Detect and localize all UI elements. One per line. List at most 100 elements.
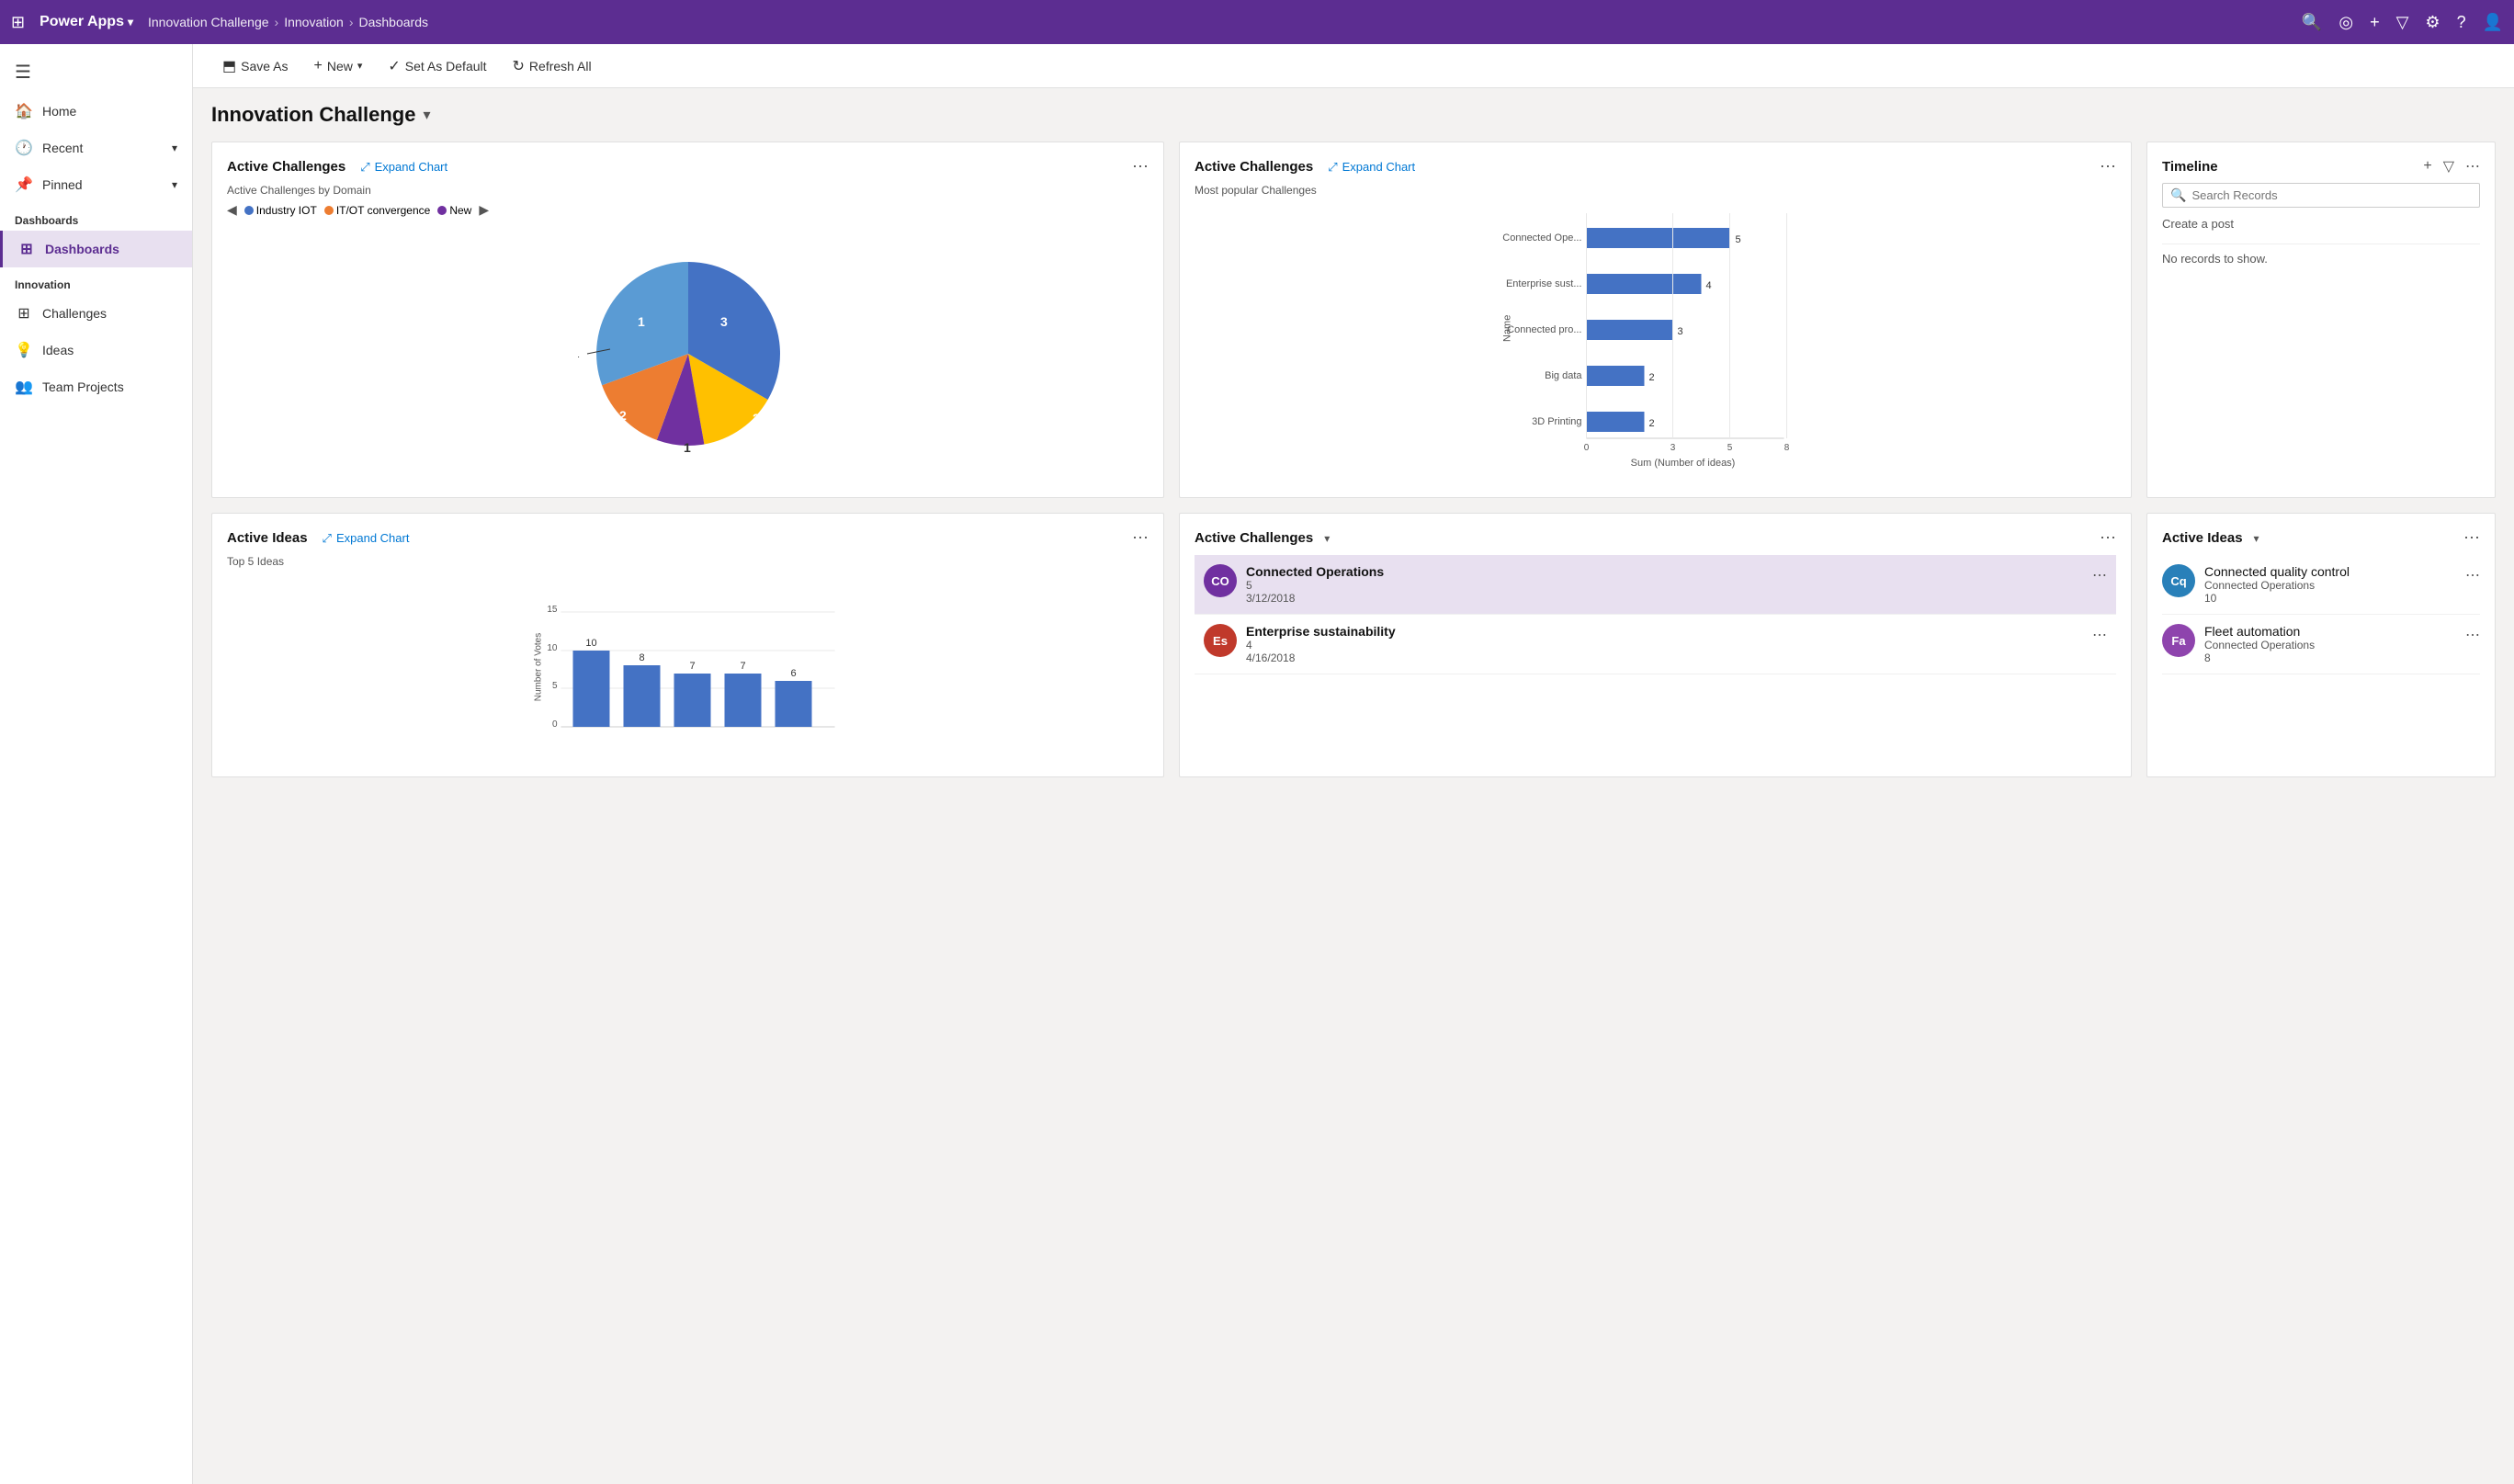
dashboard-grid-row1: Active Challenges ⤢ Expand Chart ⋯ Activ… <box>211 142 2496 498</box>
challenge-more-co-icon[interactable]: ⋯ <box>2092 566 2107 584</box>
expand-chart-ideas-button[interactable]: ⤢ Expand Chart <box>323 531 410 546</box>
add-nav-icon[interactable]: + <box>2370 13 2380 32</box>
challenge-item-co[interactable]: CO Connected Operations 5 3/12/2018 ⋯ <box>1195 555 2116 615</box>
idea-more-cq-icon[interactable]: ⋯ <box>2465 566 2480 584</box>
timeline-create-post[interactable]: Create a post <box>2162 217 2480 231</box>
sidebar-item-recent[interactable]: 🕐 Recent ▾ <box>0 130 192 166</box>
idea-item-cq[interactable]: Cq Connected quality control Connected O… <box>2162 555 2480 615</box>
bar-rect-3 <box>1587 320 1673 340</box>
breadcrumb-sep1: › <box>275 15 279 29</box>
breadcrumb: Innovation Challenge › Innovation › Dash… <box>148 15 428 29</box>
expand-chart-pie-label: Expand Chart <box>375 160 448 174</box>
idea-count-cq: 10 <box>2204 592 2456 605</box>
search-nav-icon[interactable]: 🔍 <box>2302 13 2322 32</box>
legend-dot-itot <box>324 206 334 215</box>
challenge-avatar-co: CO <box>1204 564 1237 597</box>
recent-chevron-icon[interactable]: ▾ <box>172 142 177 154</box>
challenges-list-chevron-icon[interactable]: ▾ <box>1324 532 1330 545</box>
legend-label-itot: IT/OT convergence <box>336 204 431 217</box>
bar-rect-4 <box>1587 366 1645 386</box>
active-challenges-bar-card: Active Challenges ⤢ Expand Chart ⋯ Most … <box>1179 142 2132 498</box>
bar-card-more-icon[interactable]: ⋯ <box>2100 157 2116 176</box>
ideas-bar-rect-4 <box>725 674 762 727</box>
ideas-bar-card-more-icon[interactable]: ⋯ <box>1132 528 1149 548</box>
ideas-list-more-icon[interactable]: ⋯ <box>2463 528 2480 548</box>
pinned-chevron-icon[interactable]: ▾ <box>172 178 177 191</box>
sidebar-item-challenges[interactable]: ⊞ Challenges <box>0 295 192 332</box>
active-challenges-bar-title: Active Challenges <box>1195 159 1313 175</box>
sidebar-item-ideas[interactable]: 💡 Ideas <box>0 332 192 368</box>
waffle-icon[interactable]: ⊞ <box>11 13 25 32</box>
bar-xlabel: Sum (Number of ideas) <box>1631 458 1736 469</box>
bar-label-2: Enterprise sust... <box>1506 278 1582 289</box>
expand-chart-pie-button[interactable]: ⤢ Expand Chart <box>360 160 447 175</box>
user-nav-icon[interactable]: 👤 <box>2483 13 2503 32</box>
sidebar-toggle-button[interactable]: ☰ <box>0 51 192 93</box>
set-as-default-button[interactable]: ✓ Set As Default <box>377 51 497 81</box>
ideas-y-label: Number of Votes <box>534 633 544 701</box>
new-button[interactable]: + New ▾ <box>303 52 374 80</box>
breadcrumb-page[interactable]: Dashboards <box>359 15 429 29</box>
expand-chart-bar-icon: ⤢ <box>1328 160 1337 175</box>
ideas-bar-rect-2 <box>624 665 661 727</box>
bar-label-1: Connected Ope... <box>1502 232 1581 244</box>
expand-chart-bar-button[interactable]: ⤢ Expand Chart <box>1328 160 1415 175</box>
timeline-filter-icon[interactable]: ▽ <box>2443 157 2454 176</box>
badge-icon[interactable]: ◎ <box>2338 13 2353 32</box>
sidebar-item-dashboards[interactable]: ⊞ Dashboards <box>0 231 192 267</box>
brand-name: Power Apps <box>40 14 124 30</box>
checkmark-icon: ✓ <box>388 57 400 75</box>
legend-item-industry-iot: Industry IOT <box>244 204 317 217</box>
breadcrumb-section[interactable]: Innovation <box>284 15 344 29</box>
pie-outer-label-1: 1 <box>578 347 580 360</box>
timeline-search: 🔍 <box>2162 183 2480 208</box>
challenge-item-es[interactable]: Es Enterprise sustainability 4 4/16/2018… <box>1195 615 2116 674</box>
settings-nav-icon[interactable]: ⚙ <box>2425 13 2440 32</box>
ideas-bar-value-5: 6 <box>790 668 796 679</box>
bar-value-5: 2 <box>1649 418 1655 429</box>
sidebar-item-team-projects[interactable]: 👥 Team Projects <box>0 368 192 405</box>
dashboard-area: Innovation Challenge ▾ Active Challenges… <box>193 88 2514 1484</box>
ideas-bar-value-4: 7 <box>740 661 745 672</box>
ideas-bar-value-1: 10 <box>585 638 596 649</box>
dashboard-title-row: Innovation Challenge ▾ <box>211 103 2496 127</box>
ideas-bar-subtitle: Top 5 Ideas <box>227 555 1149 568</box>
sidebar-item-pinned-label: Pinned <box>42 177 83 192</box>
ideas-list: Cq Connected quality control Connected O… <box>2162 555 2480 674</box>
pie-nav-prev-icon[interactable]: ◀ <box>227 202 237 218</box>
challenges-list-more-icon[interactable]: ⋯ <box>2100 528 2116 548</box>
timeline-more-icon[interactable]: ⋯ <box>2465 157 2480 176</box>
idea-avatar-cq: Cq <box>2162 564 2195 597</box>
ideas-list-chevron-icon[interactable]: ▾ <box>2254 532 2259 545</box>
sidebar-item-home-label: Home <box>42 104 76 119</box>
filter-nav-icon[interactable]: ▽ <box>2396 13 2409 32</box>
active-ideas-bar-header: Active Ideas ⤢ Expand Chart ⋯ <box>227 528 1149 548</box>
save-as-button[interactable]: ⬒ Save As <box>211 51 300 81</box>
active-challenges-bar-header: Active Challenges ⤢ Expand Chart ⋯ <box>1195 157 2116 176</box>
ideas-ytick-5: 5 <box>552 681 558 691</box>
legend-item-new: New <box>437 204 471 217</box>
sidebar-item-pinned[interactable]: 📌 Pinned ▾ <box>0 166 192 203</box>
idea-more-fa-icon[interactable]: ⋯ <box>2465 626 2480 644</box>
timeline-add-icon[interactable]: + <box>2423 158 2431 175</box>
challenge-more-es-icon[interactable]: ⋯ <box>2092 626 2107 644</box>
refresh-all-button[interactable]: ↻ Refresh All <box>502 51 603 81</box>
ideas-ytick-0: 0 <box>552 719 558 730</box>
active-challenges-pie-header: Active Challenges ⤢ Expand Chart ⋯ <box>227 157 1149 176</box>
idea-info-cq: Connected quality control Connected Oper… <box>2204 564 2456 605</box>
brand-chevron[interactable]: ▾ <box>128 16 133 28</box>
legend-dot-new <box>437 206 447 215</box>
help-nav-icon[interactable]: ? <box>2457 13 2466 32</box>
dashboard-title-chevron-icon[interactable]: ▾ <box>423 106 430 124</box>
sidebar-item-home[interactable]: 🏠 Home <box>0 93 192 130</box>
pie-card-more-icon[interactable]: ⋯ <box>1132 157 1149 176</box>
ideas-ytick-15: 15 <box>547 605 558 615</box>
active-ideas-list-title: Active Ideas <box>2162 530 2243 546</box>
breadcrumb-app[interactable]: Innovation Challenge <box>148 15 269 29</box>
timeline-search-input[interactable] <box>2191 188 2472 202</box>
pie-nav-next-icon[interactable]: ▶ <box>479 202 489 218</box>
idea-item-fa[interactable]: Fa Fleet automation Connected Operations… <box>2162 615 2480 674</box>
challenge-date-es: 4/16/2018 <box>1246 651 2083 664</box>
idea-sub-fa: Connected Operations <box>2204 639 2456 651</box>
brand: Power Apps ▾ <box>40 14 133 30</box>
